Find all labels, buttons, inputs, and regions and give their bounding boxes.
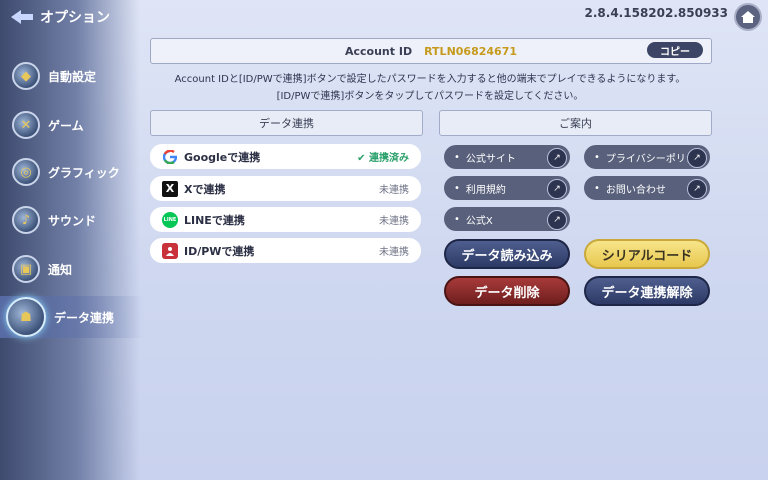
link-row-label: Googleで連携 xyxy=(184,150,261,164)
guide-link-label: お問い合わせ xyxy=(605,184,666,196)
page-title-text: オプション xyxy=(40,10,110,26)
game-icon: ✕ xyxy=(12,111,40,139)
info-text-line1: Account IDと[ID/PWで連携]ボタンで設定したパスワードを入力すると… xyxy=(174,74,686,85)
terms-button[interactable]: • 利用規約 ↗ xyxy=(444,176,570,200)
sidebar-item-label: グラフィック xyxy=(48,165,120,180)
serial-code-button[interactable]: シリアルコード xyxy=(584,239,710,269)
link-row-google[interactable]: Googleで連携 ✔ 連携済み xyxy=(150,144,421,169)
sidebar-item-sound[interactable]: ♪ サウンド xyxy=(12,206,96,234)
account-id-label: Account ID xyxy=(344,44,413,58)
sidebar-item-auto-settings[interactable]: ◆ 自動設定 xyxy=(12,62,96,90)
link-row-label: Xで連携 xyxy=(184,182,226,196)
page-title: オプション xyxy=(10,6,110,28)
link-row-label: LINEで連携 xyxy=(184,213,245,227)
version-label: 2.8.4.158202.850933 xyxy=(584,6,728,20)
link-status: ✔ 連携済み xyxy=(357,153,409,164)
privacy-policy-button[interactable]: • プライバシーポリシー ↗ xyxy=(584,145,710,169)
sidebar-item-game[interactable]: ✕ ゲーム xyxy=(12,111,84,139)
link-row-x[interactable]: X Xで連携 未連携 xyxy=(150,176,421,201)
data-delete-button[interactable]: データ削除 xyxy=(444,276,570,306)
notification-icon: ▣ xyxy=(12,255,40,283)
link-status: 未連携 xyxy=(379,216,409,227)
guide-link-label: 公式X xyxy=(465,215,493,227)
sidebar-item-notification[interactable]: ▣ 通知 xyxy=(12,255,72,283)
sidebar-item-label: 通知 xyxy=(48,262,73,277)
data-link-header: データ連携 xyxy=(150,110,423,136)
back-arrow-icon[interactable] xyxy=(10,8,34,26)
external-link-icon: ↗ xyxy=(547,148,567,168)
official-site-button[interactable]: • 公式サイト ↗ xyxy=(444,145,570,169)
copy-button[interactable]: コピー xyxy=(647,42,703,58)
graphic-icon: ◎ xyxy=(12,158,40,186)
sound-icon: ♪ xyxy=(12,206,40,234)
x-icon: X xyxy=(162,180,178,197)
sidebar-item-label: 自動設定 xyxy=(48,69,97,84)
data-load-button[interactable]: データ読み込み xyxy=(444,239,570,269)
external-link-icon: ↗ xyxy=(547,179,567,199)
guide-header: ご案内 xyxy=(439,110,712,136)
sidebar-item-graphic[interactable]: ◎ グラフィック xyxy=(12,158,120,186)
idpw-icon xyxy=(162,242,178,259)
home-button[interactable] xyxy=(734,3,762,31)
data-unlink-button[interactable]: データ連携解除 xyxy=(584,276,710,306)
guide-link-label: 利用規約 xyxy=(465,184,506,196)
info-text-line2: [ID/PWで連携]ボタンをタップしてパスワードを設定してください。 xyxy=(276,91,584,102)
link-status: 未連携 xyxy=(379,185,409,196)
sidebar-item-label: ゲーム xyxy=(48,118,84,133)
line-icon: LINE xyxy=(162,211,178,228)
link-row-idpw[interactable]: ID/PWで連携 未連携 xyxy=(150,238,421,263)
guide-link-label: 公式サイト xyxy=(465,153,516,165)
google-icon xyxy=(162,149,178,165)
home-icon xyxy=(741,8,755,27)
sidebar-item-label: サウンド xyxy=(48,213,97,228)
link-status: 未連携 xyxy=(379,247,409,258)
official-x-button[interactable]: • 公式X ↗ xyxy=(444,207,570,231)
external-link-icon: ↗ xyxy=(687,179,707,199)
sidebar-item-label: データ連携 xyxy=(54,310,115,325)
external-link-icon: ↗ xyxy=(547,210,567,230)
external-link-icon: ↗ xyxy=(687,148,707,168)
sidebar-item-data-link[interactable]: ☗ データ連携 xyxy=(6,297,114,337)
contact-button[interactable]: • お問い合わせ ↗ xyxy=(584,176,710,200)
check-icon: ✔ xyxy=(357,153,369,164)
link-row-label: ID/PWで連携 xyxy=(184,244,255,258)
data-link-icon: ☗ xyxy=(6,297,46,337)
account-id-bar: Account ID RTLN06824671 コピー xyxy=(150,38,712,64)
account-id-value: RTLN06824671 xyxy=(424,44,518,58)
auto-settings-icon: ◆ xyxy=(12,62,40,90)
link-row-line[interactable]: LINE LINEで連携 未連携 xyxy=(150,207,421,232)
